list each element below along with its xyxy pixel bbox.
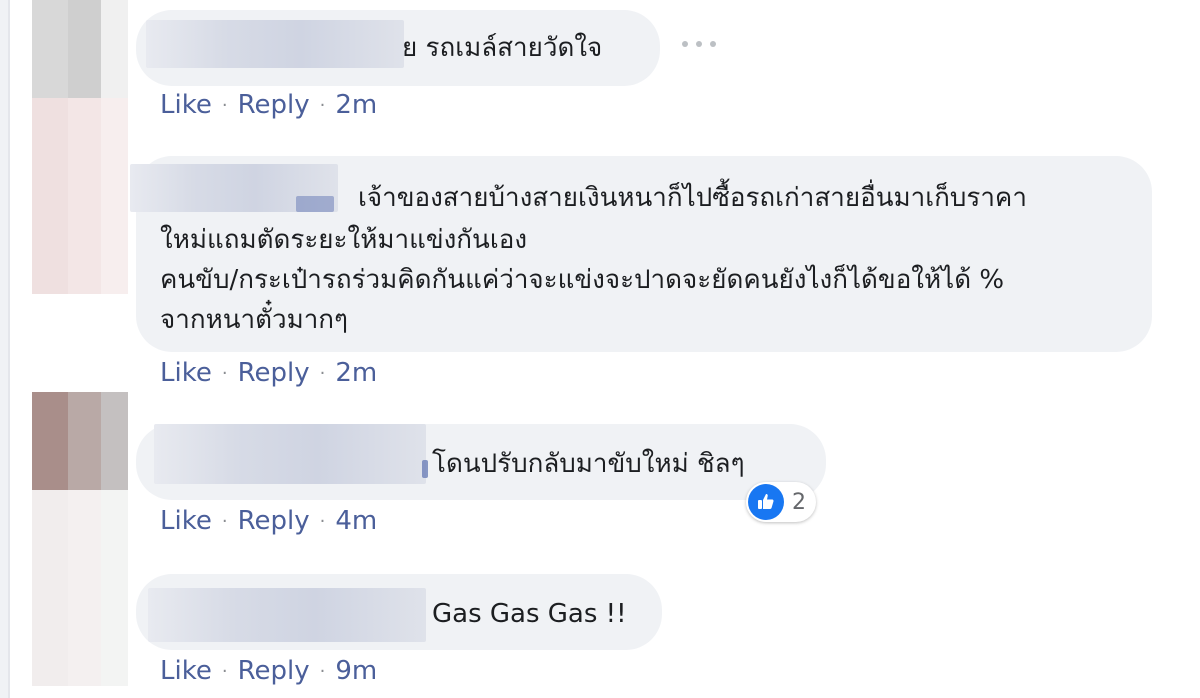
comment-text-line: ใหม่แถมตัดระยะให้มาแข่งกันเอง bbox=[160, 225, 528, 255]
thread-rule bbox=[0, 0, 10, 698]
author-name-tail bbox=[422, 460, 428, 478]
like-link[interactable]: Like bbox=[160, 90, 212, 120]
comment-bubble: เจ้าของสายบ้างสายเงินหนาก็ไปซื้อรถเก่าสา… bbox=[130, 156, 1152, 352]
timestamp[interactable]: 2m bbox=[335, 90, 377, 120]
reply-link[interactable]: Reply bbox=[238, 90, 310, 120]
comment-bubble: โดนปรับกลับมาขับใหม่ ชิลๆ bbox=[136, 424, 826, 500]
comment: ย รถเมล์สายวัดใจ bbox=[136, 10, 660, 86]
separator: · bbox=[319, 94, 326, 116]
author-name-tail bbox=[296, 196, 334, 212]
comment-text: ย รถเมล์สายวัดใจ bbox=[402, 33, 603, 63]
separator: · bbox=[319, 510, 326, 532]
avatar[interactable] bbox=[32, 392, 128, 490]
reaction-count: 2 bbox=[792, 489, 806, 515]
avatar[interactable] bbox=[32, 98, 128, 294]
like-link[interactable]: Like bbox=[160, 358, 212, 388]
reply-link[interactable]: Reply bbox=[238, 358, 310, 388]
comment: Gas Gas Gas !! bbox=[136, 574, 662, 650]
comment-bubble: ย รถเมล์สายวัดใจ bbox=[136, 10, 660, 86]
comment-bubble: Gas Gas Gas !! bbox=[136, 574, 662, 650]
separator: · bbox=[221, 660, 228, 682]
comment-text-line: คนขับ/กระเป๋ารถร่วมคิดกันแค่ว่าจะแข่งจะป… bbox=[160, 265, 1005, 295]
timestamp[interactable]: 4m bbox=[335, 506, 377, 536]
comment: เจ้าของสายบ้างสายเงินหนาก็ไปซื้อรถเก่าสา… bbox=[130, 156, 1152, 352]
author-name[interactable] bbox=[148, 588, 426, 642]
separator: · bbox=[319, 362, 326, 384]
separator: · bbox=[319, 660, 326, 682]
reply-link[interactable]: Reply bbox=[238, 506, 310, 536]
author-name[interactable] bbox=[146, 20, 404, 68]
author-name[interactable] bbox=[154, 424, 426, 484]
separator: · bbox=[221, 510, 228, 532]
timestamp[interactable]: 2m bbox=[335, 358, 377, 388]
separator: · bbox=[221, 94, 228, 116]
thumbs-up-icon bbox=[748, 484, 784, 520]
avatar[interactable] bbox=[32, 0, 128, 98]
comment-actions: Like · Reply · 4m bbox=[160, 506, 377, 536]
timestamp[interactable]: 9m bbox=[335, 656, 377, 686]
comment-actions: Like · Reply · 2m bbox=[160, 90, 377, 120]
comment-actions: Like · Reply · 2m bbox=[160, 358, 377, 388]
comment-text: โดนปรับกลับมาขับใหม่ ชิลๆ bbox=[432, 449, 745, 479]
more-options-icon[interactable] bbox=[682, 34, 716, 54]
comment-actions: Like · Reply · 9m bbox=[160, 656, 377, 686]
separator: · bbox=[221, 362, 228, 384]
reaction-summary[interactable]: 2 bbox=[746, 482, 816, 522]
comment-text: Gas Gas Gas !! bbox=[432, 599, 627, 629]
avatar[interactable] bbox=[32, 490, 128, 686]
comment-text-line: จากหนาตั๋วมากๆ bbox=[160, 305, 349, 335]
comment: โดนปรับกลับมาขับใหม่ ชิลๆ bbox=[136, 424, 826, 500]
reply-link[interactable]: Reply bbox=[238, 656, 310, 686]
like-link[interactable]: Like bbox=[160, 656, 212, 686]
comment-text-line: เจ้าของสายบ้างสายเงินหนาก็ไปซื้อรถเก่าสา… bbox=[358, 183, 1027, 213]
like-link[interactable]: Like bbox=[160, 506, 212, 536]
